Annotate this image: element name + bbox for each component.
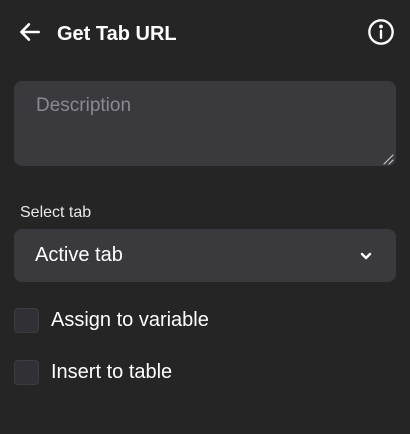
info-button[interactable] xyxy=(364,17,398,51)
assign-to-variable-label: Assign to variable xyxy=(51,308,209,331)
back-button[interactable] xyxy=(14,18,46,50)
insert-to-table-option[interactable]: Insert to table xyxy=(14,358,172,386)
description-field xyxy=(14,81,396,166)
insert-to-table-checkbox[interactable] xyxy=(14,359,39,385)
select-tab-label: Select tab xyxy=(20,204,92,221)
arrow-left-icon xyxy=(17,19,43,50)
resize-handle-icon[interactable] xyxy=(382,152,394,165)
description-input[interactable] xyxy=(14,81,396,166)
assign-to-variable-checkbox[interactable] xyxy=(14,307,39,333)
assign-to-variable-option[interactable]: Assign to variable xyxy=(14,306,209,334)
select-tab-value: Active tab xyxy=(35,244,123,266)
insert-to-table-label: Insert to table xyxy=(51,360,173,383)
panel-header: Get Tab URL xyxy=(0,0,410,66)
chevron-down-icon xyxy=(358,248,374,264)
info-circle-icon xyxy=(367,18,395,51)
page-title: Get Tab URL xyxy=(57,23,177,45)
select-tab-dropdown[interactable]: Active tab xyxy=(14,229,396,282)
